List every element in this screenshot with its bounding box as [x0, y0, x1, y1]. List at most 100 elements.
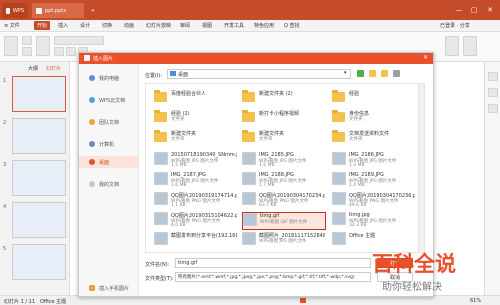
sidebar-item-wps-cloud[interactable]: WPS云文档 — [79, 94, 139, 106]
dialog-close-button[interactable]: ✕ — [423, 54, 428, 61]
file-item[interactable]: IMG_2185.JPG WPS看图 JPG 图片文件 1.6 MB — [242, 152, 326, 170]
file-item[interactable]: IMG_2187.JPG WPS看图 JPG 图片文件 1.6 MB — [154, 172, 238, 190]
slide-number: 3 — [3, 162, 7, 168]
file-item[interactable]: 截图照片_20181117152848.jpgWPS看图 JPG 图片文件 — [242, 232, 326, 250]
file-item[interactable]: IMG_2189.JPG WPS看图 JPG 图片文件 1.4 MB — [332, 172, 416, 190]
picture-icon — [84, 55, 90, 61]
slide-thumb[interactable] — [12, 160, 66, 196]
menu-transition[interactable]: 切换 — [102, 22, 112, 29]
file-item[interactable]: QQ图片20190319174714.pngWPS看图 PNG 图片文件1.1 … — [154, 192, 238, 210]
watermark-title: 百科全说 — [372, 252, 456, 276]
sidebar-item-my-documents[interactable]: 我的文档 — [79, 178, 139, 190]
slide-thumb[interactable] — [12, 244, 66, 280]
menu-features[interactable]: 特色应用 — [254, 22, 274, 29]
folder-item[interactable]: 新建文件夹 (2) — [242, 90, 322, 108]
file-item[interactable]: 截图发布到分享平台(192.168.10.177) - 快捷方式 — [154, 232, 238, 250]
desktop-small-icon — [170, 71, 176, 76]
paste-button[interactable] — [4, 36, 18, 56]
maximize-button[interactable]: ▢ — [470, 6, 478, 14]
copy-button[interactable] — [22, 47, 32, 56]
file-item[interactable]: QQ图片20190315104622.pngWPS看图 PNG 图片文件6.0 … — [154, 212, 238, 230]
dialog-sidebar: 我的电脑 WPS云文档 团队文档 计算机 桌面 我的文档 插入手机图片 — [79, 64, 139, 296]
tab-document[interactable]: ppt.pptx — [32, 3, 84, 18]
folder-item[interactable]: 新建文件夹 文件夹 — [242, 130, 322, 148]
sidebar-item-desktop[interactable]: 桌面 — [79, 156, 139, 168]
tab-wps[interactable]: WPS — [2, 3, 28, 18]
filename-input[interactable]: timg.gif — [175, 258, 371, 268]
find-button[interactable] — [445, 36, 459, 56]
slide-thumb[interactable] — [12, 118, 66, 154]
menu-search[interactable]: Q 查找 — [284, 22, 300, 29]
new-slide-button[interactable] — [36, 36, 50, 56]
menu-design[interactable]: 设计 — [80, 22, 90, 29]
view-mode-icon[interactable] — [393, 70, 400, 77]
menu-animation[interactable]: 动画 — [124, 22, 134, 29]
bold-button[interactable] — [54, 47, 64, 56]
file-item[interactable]: 20150718190340_SNmm.jpg WPS看图 JPG 图片文件 1.5… — [154, 152, 238, 170]
tab-slides[interactable]: 幻灯片 — [46, 65, 61, 72]
menu-slideshow[interactable]: 幻灯片放映 — [146, 22, 171, 29]
title-bar: WPS ppt.pptx + — ▢ ✕ — [0, 0, 500, 20]
menu-home[interactable]: 开始 — [34, 21, 51, 30]
play-icon[interactable] — [300, 298, 306, 303]
login-share[interactable]: 已登录 · 分享 — [440, 22, 470, 29]
file-item[interactable]: timg.gif WPS看图 GIF 图片文件 — [242, 212, 326, 230]
folder-item[interactable]: 新打卡小程序视频 — [242, 110, 322, 128]
new-folder-icon[interactable] — [381, 70, 388, 77]
minimize-button[interactable]: — — [455, 6, 463, 14]
folder-item[interactable]: 经验 (2) 文件夹 — [154, 110, 234, 128]
location-label: 位置(I): — [145, 73, 163, 79]
animation-icon[interactable] — [488, 88, 498, 97]
image-thumbnail-icon — [154, 212, 168, 225]
filetype-label: 文件类型(T): — [145, 276, 174, 282]
file-size: 1.1 KB — [171, 203, 186, 208]
file-item[interactable]: QQ图片20190304170234.pngWPS看图 PNG 图片文件63.7… — [242, 192, 326, 210]
up-folder-icon[interactable] — [369, 70, 376, 77]
font-select[interactable] — [54, 36, 104, 45]
folder-item[interactable]: 经验 — [332, 90, 412, 108]
back-icon[interactable] — [357, 70, 364, 77]
file-size: 6.0 KB — [171, 223, 186, 228]
insert-phone-picture-button[interactable]: 插入手机图片 — [79, 282, 139, 294]
new-tab-button[interactable]: + — [88, 3, 98, 18]
menu-insert[interactable]: 插入 — [58, 22, 68, 29]
menu-review[interactable]: 审阅 — [180, 22, 190, 29]
image-thumbnail-icon — [154, 152, 168, 165]
image-thumbnail-icon — [332, 232, 346, 245]
select-button[interactable] — [463, 36, 477, 56]
tab-outline[interactable]: 大纲 — [28, 65, 38, 72]
italic-button[interactable] — [66, 47, 76, 56]
cut-button[interactable] — [22, 36, 32, 45]
location-dropdown[interactable]: 桌面 ▾ — [167, 69, 351, 79]
menu-file[interactable]: ≡ 文件 — [4, 22, 20, 29]
sidebar-item-computer[interactable]: 计算机 — [79, 138, 139, 150]
file-item[interactable]: IMG_2186.JPG WPS看图 JPG 图片文件 1.4 MB — [332, 152, 416, 170]
file-item[interactable]: IMG_2188.JPG WPS看图 JPG 图片文件 1.7 MB — [242, 172, 326, 190]
slide-panel: 大纲 幻灯片 1 2 3 4 5 — [0, 62, 70, 295]
folder-item[interactable]: 身份信息 文件夹 — [332, 110, 412, 128]
property-icon[interactable] — [488, 72, 498, 81]
shape-icon[interactable] — [488, 104, 498, 113]
file-item[interactable]: timg.jpg WPS看图 JPG 图片文件 32.3 KB — [332, 212, 416, 230]
folder-item[interactable]: 新建文件夹 文件夹 — [154, 130, 234, 148]
computer-icon — [89, 75, 95, 81]
sidebar-item-team-docs[interactable]: 团队文档 — [79, 116, 139, 128]
slide-thumb[interactable] — [12, 76, 66, 112]
file-size: 1.7 MB — [259, 183, 275, 188]
scrollbar[interactable] — [418, 84, 424, 252]
file-name: 截图发布到分享平台(192.168.10.177) - 快捷方式 — [171, 233, 237, 239]
menu-view[interactable]: 视图 — [202, 22, 212, 29]
file-item[interactable]: QQ图片20190304170236.pngWPS看图 PNG 图片文件49.6… — [332, 192, 416, 210]
folder-item[interactable]: 百度经验合伙人 — [154, 90, 234, 108]
filetype-select[interactable]: 所有图片(*.emf;*.wmf;*.jpg;*.jpeg;*.jpe;*.pn… — [175, 272, 371, 282]
folder-icon — [332, 90, 345, 102]
close-window-button[interactable]: ✕ — [486, 6, 494, 14]
chevron-down-icon: ▾ — [344, 70, 347, 76]
menu-developer[interactable]: 开发工具 — [224, 22, 244, 29]
docs-icon — [89, 181, 95, 187]
folder-item[interactable]: 文档发送资料文件 文件夹 — [332, 130, 412, 148]
image-thumbnail-icon — [243, 213, 257, 226]
slide-thumb[interactable] — [12, 202, 66, 238]
file-type: WPS看图 JPG 图片文件 — [259, 239, 307, 244]
sidebar-item-my-computer[interactable]: 我的电脑 — [79, 72, 139, 84]
